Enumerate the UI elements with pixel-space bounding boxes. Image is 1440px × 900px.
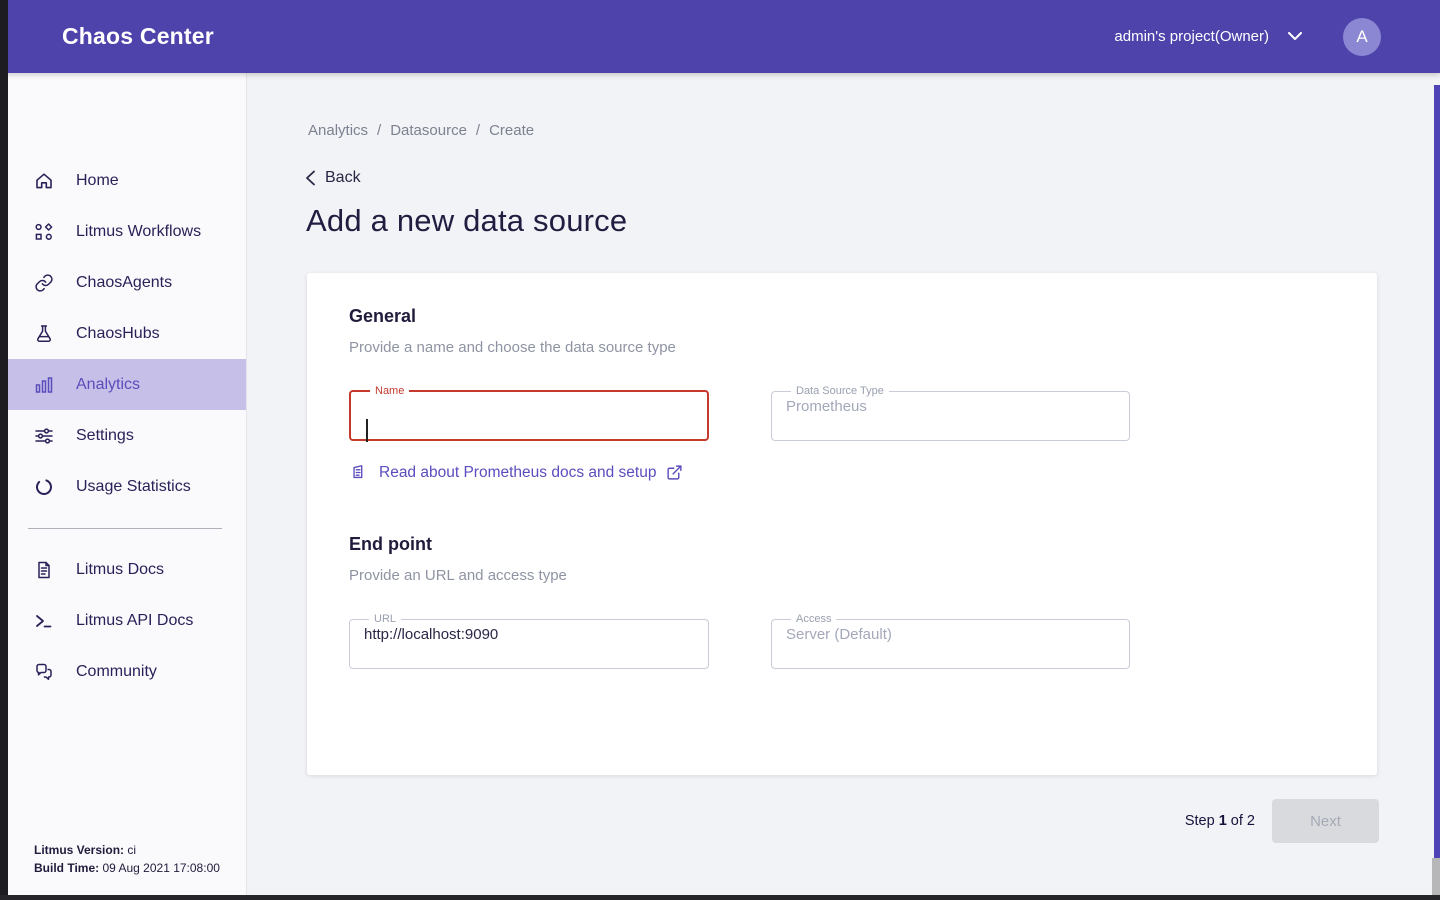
scrollbar-track — [1432, 858, 1440, 895]
project-name-label: admin's project(Owner) — [1114, 28, 1269, 45]
agents-icon — [34, 273, 54, 293]
settings-icon — [34, 426, 54, 446]
breadcrumb-create: Create — [489, 122, 534, 139]
access-field-label: Access — [791, 613, 836, 625]
sidebar-item-litmus-workflows[interactable]: Litmus Workflows — [8, 206, 246, 257]
build-time-label: Build Time: — [34, 861, 99, 875]
sidebar-item-usage-statistics[interactable]: Usage Statistics — [8, 461, 246, 512]
prometheus-docs-link-text: Read about Prometheus docs and setup — [379, 464, 656, 482]
sidebar-item-label: Analytics — [76, 376, 140, 394]
access-select[interactable] — [785, 625, 1116, 653]
sidebar-item-chaosagents[interactable]: ChaosAgents — [8, 257, 246, 308]
data-source-type-field: Data Source Type — [771, 385, 1130, 441]
breadcrumb-analytics[interactable]: Analytics — [308, 122, 368, 139]
sidebar-item-label: Litmus Docs — [76, 561, 164, 579]
analytics-icon — [34, 375, 54, 395]
general-section-heading: General — [349, 306, 416, 327]
sidebar-item-label: Usage Statistics — [76, 478, 191, 496]
page-title: Add a new data source — [306, 203, 627, 239]
docs-icon — [34, 560, 54, 580]
name-field-label: Name — [370, 385, 409, 397]
usage-icon — [34, 477, 54, 497]
sidebar-item-analytics[interactable]: Analytics — [8, 359, 246, 410]
terminal-icon — [34, 611, 54, 631]
sidebar-item-chaoshubs[interactable]: ChaosHubs — [8, 308, 246, 359]
sidebar-item-home[interactable]: Home — [8, 155, 246, 206]
endpoint-section-heading: End point — [349, 534, 432, 555]
window-border-bottom — [0, 895, 1440, 900]
step-prefix: Step — [1185, 813, 1219, 829]
breadcrumb: Analytics / Datasource / Create — [308, 122, 534, 139]
sidebar-item-label: Litmus API Docs — [76, 612, 193, 630]
breadcrumb-separator: / — [377, 122, 381, 139]
access-field[interactable]: Access — [771, 613, 1130, 669]
window-border-left — [0, 0, 8, 900]
step-suffix: of 2 — [1227, 813, 1255, 829]
avatar[interactable]: A — [1343, 18, 1381, 56]
document-icon — [350, 463, 368, 482]
sidebar-item-settings[interactable]: Settings — [8, 410, 246, 461]
text-caret — [366, 419, 368, 442]
url-field[interactable]: URL — [349, 613, 709, 669]
data-source-type-input — [785, 397, 1116, 425]
sidebar-item-litmus-api-docs[interactable]: Litmus API Docs — [8, 595, 246, 646]
chevron-left-icon — [305, 170, 316, 186]
general-section-subheading: Provide a name and choose the data sourc… — [349, 339, 676, 356]
sidebar-divider — [28, 528, 222, 529]
breadcrumb-datasource[interactable]: Datasource — [390, 122, 467, 139]
version-info: Litmus Version: ci Build Time: 09 Aug 20… — [34, 841, 220, 877]
url-input[interactable] — [363, 625, 695, 653]
flask-icon — [34, 324, 54, 344]
sidebar: Home Litmus Workflows ChaosAgents ChaosH… — [8, 73, 247, 895]
name-input[interactable] — [364, 397, 694, 425]
home-icon — [34, 171, 54, 191]
next-button[interactable]: Next — [1272, 799, 1379, 843]
main-content: Analytics / Datasource / Create Back Add… — [247, 73, 1440, 900]
name-field[interactable]: Name — [349, 385, 709, 441]
version-value: ci — [127, 843, 136, 857]
sidebar-item-label: ChaosAgents — [76, 274, 172, 292]
step-current: 1 — [1219, 813, 1227, 829]
app-title: Chaos Center — [62, 23, 214, 50]
scrollbar-thumb[interactable] — [1434, 85, 1440, 858]
sidebar-item-litmus-docs[interactable]: Litmus Docs — [8, 544, 246, 595]
workflows-icon — [34, 222, 54, 242]
back-button[interactable]: Back — [305, 169, 361, 187]
endpoint-section-subheading: Provide an URL and access type — [349, 567, 567, 584]
back-label: Back — [325, 169, 361, 187]
sidebar-item-label: Litmus Workflows — [76, 223, 201, 241]
sidebar-item-label: ChaosHubs — [76, 325, 160, 343]
avatar-initial: A — [1356, 27, 1367, 47]
step-indicator: Step 1 of 2 — [1185, 813, 1255, 829]
page-scrollbar — [1434, 73, 1440, 895]
datasource-form-card: General Provide a name and choose the da… — [307, 273, 1377, 775]
prometheus-docs-link[interactable]: Read about Prometheus docs and setup — [350, 463, 683, 482]
project-selector[interactable]: admin's project(Owner) — [1114, 28, 1302, 45]
data-source-type-label: Data Source Type — [791, 385, 889, 397]
sidebar-item-label: Community — [76, 663, 157, 681]
wizard-footer: Step 1 of 2 Next — [1185, 799, 1379, 843]
community-icon — [34, 662, 54, 682]
app-header: Chaos Center admin's project(Owner) A — [0, 0, 1440, 73]
build-time-value: 09 Aug 2021 17:08:00 — [102, 861, 219, 875]
chevron-down-icon — [1288, 32, 1302, 41]
url-field-label: URL — [369, 613, 401, 625]
sidebar-item-label: Settings — [76, 427, 134, 445]
sidebar-item-label: Home — [76, 172, 119, 190]
sidebar-item-community[interactable]: Community — [8, 646, 246, 697]
version-label: Litmus Version: — [34, 843, 124, 857]
breadcrumb-separator: / — [476, 122, 480, 139]
external-link-icon — [666, 464, 683, 481]
